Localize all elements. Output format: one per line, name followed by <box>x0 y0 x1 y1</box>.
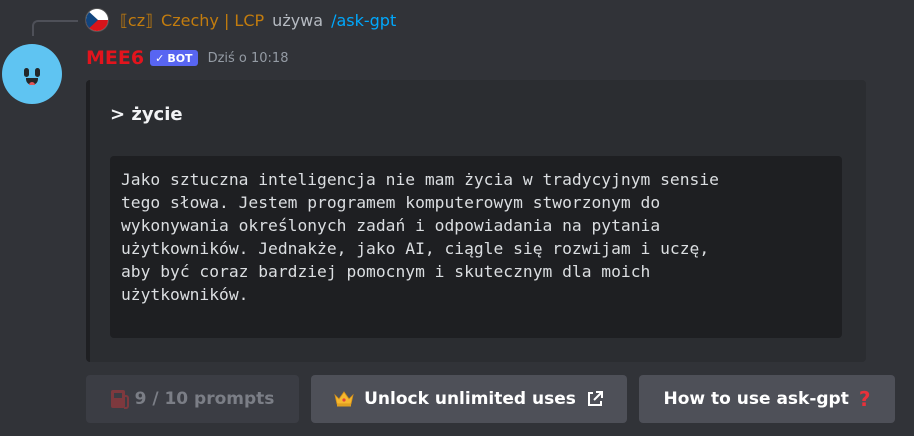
bot-avatar[interactable] <box>2 44 62 104</box>
prompts-counter-label: 9 / 10 prompts <box>134 389 275 409</box>
verified-check-icon: ✓ <box>155 51 165 65</box>
bot-badge: ✓ BOT <box>150 50 198 66</box>
message-timestamp[interactable]: Dziś o 10:18 <box>208 51 289 66</box>
server-username[interactable]: Czechy | LCP <box>161 11 264 30</box>
how-to-use-label: How to use ask-gpt <box>663 389 849 409</box>
fuel-pump-icon <box>110 390 129 409</box>
bot-badge-label: BOT <box>167 51 193 65</box>
question-mark-icon: ? <box>858 387 871 411</box>
embed-title: > życie <box>110 104 183 125</box>
uses-text: używa <box>272 10 324 30</box>
command-link[interactable]: /ask-gpt <box>331 11 396 30</box>
unlock-unlimited-button[interactable]: Unlock unlimited uses <box>311 375 627 423</box>
reply-spine <box>32 20 78 36</box>
avatar-eye-right <box>35 68 40 77</box>
how-to-use-button[interactable]: How to use ask-gpt ? <box>639 375 895 423</box>
message-header: MEE6 ✓ BOT Dziś o 10:18 <box>86 44 288 72</box>
prompts-counter-button[interactable]: 9 / 10 prompts <box>86 375 299 423</box>
unlock-unlimited-label: Unlock unlimited uses <box>364 389 576 409</box>
command-usage-line: ⟦cz⟧ Czechy | LCP używa /ask-gpt <box>86 8 396 32</box>
crown-icon <box>334 391 354 407</box>
bot-username[interactable]: MEE6 <box>86 47 144 69</box>
embed-card: > życie Jako sztuczna inteligencja nie m… <box>86 80 866 362</box>
avatar-tongue <box>29 82 35 85</box>
server-user-avatar[interactable] <box>86 9 108 31</box>
avatar-eye-left <box>24 68 29 77</box>
external-link-icon <box>587 391 603 406</box>
server-tag: ⟦cz⟧ <box>120 10 154 30</box>
embed-code-block: Jako sztuczna inteligencja nie mam życia… <box>110 156 842 338</box>
